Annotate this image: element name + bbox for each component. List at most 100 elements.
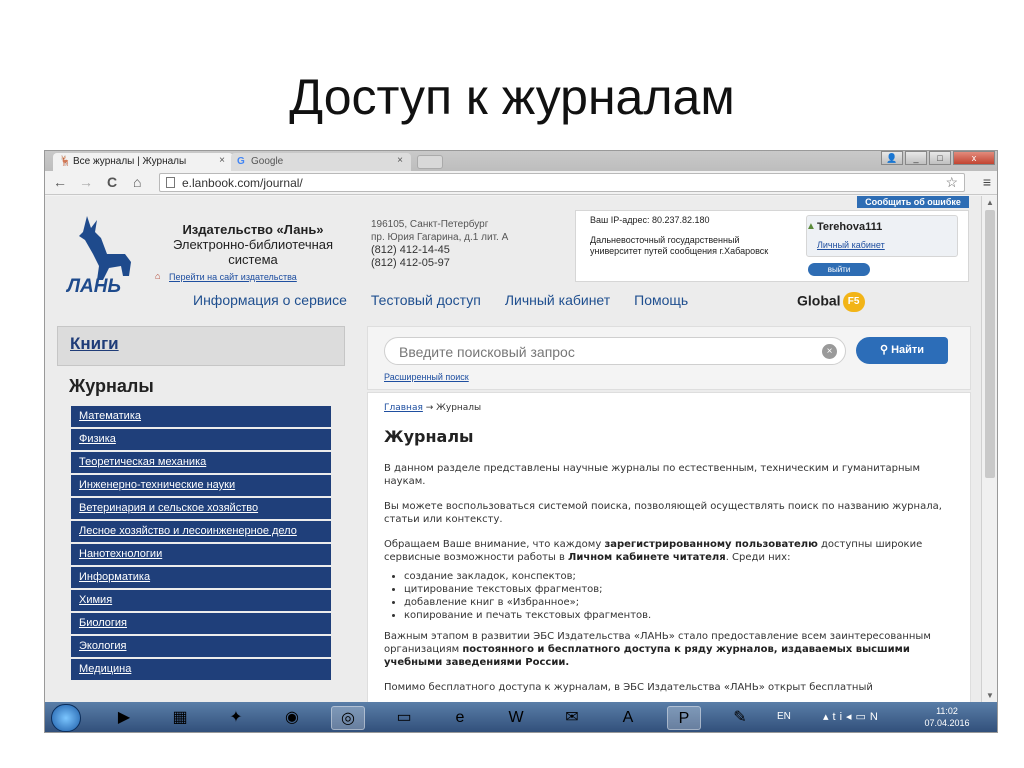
nav-item-help[interactable]: Помощь xyxy=(634,292,688,308)
window-controls: 👤 _ □ x xyxy=(881,151,995,165)
search-button[interactable]: ⚲ Найти xyxy=(856,337,948,364)
tab-journals[interactable]: 🦌 Все журналы | Журналы × xyxy=(53,153,233,171)
sidebar-journals-heading: Журналы xyxy=(57,368,345,404)
search-button-label: Найти xyxy=(891,344,925,356)
media-player-icon[interactable]: ▶ xyxy=(107,706,141,730)
tab-google[interactable]: G Google × xyxy=(231,153,411,171)
paint-icon[interactable]: ✎ xyxy=(723,706,757,730)
category-item[interactable]: Информатика xyxy=(71,567,331,588)
list-item: копирование и печать текстовых фрагменто… xyxy=(404,609,954,622)
search-placeholder: Введите поисковый запрос xyxy=(399,344,575,360)
time: 11:02 xyxy=(936,706,958,716)
start-button[interactable] xyxy=(51,704,81,732)
sidebar: Книги Журналы Математика Физика Теоретич… xyxy=(57,326,345,702)
navigation-bar: ← → C ⌂ e.lanbook.com/journal/ ☆ ≡ xyxy=(45,171,997,195)
user-icon: ▲ xyxy=(806,221,816,232)
clock[interactable]: 11:02 07.04.2016 xyxy=(917,705,977,729)
category-list: Математика Физика Теоретическая механика… xyxy=(71,406,331,682)
intro-paragraph: В данном разделе представлены научные жу… xyxy=(384,463,920,487)
scroll-down-icon[interactable]: ▼ xyxy=(986,691,994,700)
report-error-button[interactable]: Сообщить об ошибке xyxy=(857,196,969,208)
nav-item-test-access[interactable]: Тестовый доступ xyxy=(371,292,481,308)
close-window-button[interactable]: x xyxy=(953,151,995,165)
close-tab-icon[interactable]: × xyxy=(219,155,225,166)
category-item[interactable]: Химия xyxy=(71,590,331,611)
home-icon[interactable]: ⌂ xyxy=(133,174,141,190)
taskbar: ▶ ▦ ✦ ◉ ◎ ▭ e W ✉ A P ✎ EN ▴ti◂▭N 11:02 … xyxy=(45,702,997,732)
internet-explorer-icon[interactable]: e xyxy=(443,706,477,730)
cabinet-link[interactable]: Личный кабинет xyxy=(817,240,885,250)
maximize-button[interactable]: □ xyxy=(929,151,951,165)
nav-item-info[interactable]: Информация о сервисе xyxy=(193,292,347,308)
text-span: . Среди них: xyxy=(725,552,791,563)
chrome-icon[interactable]: ◎ xyxy=(331,706,365,730)
clear-icon[interactable]: × xyxy=(822,344,837,359)
category-item[interactable]: Ветеринария и сельское хозяйство xyxy=(71,498,331,519)
language-indicator[interactable]: EN xyxy=(777,711,791,722)
more-paragraph: Помимо бесплатного доступа к журналам, в… xyxy=(384,682,873,693)
main-content: Главная → Журналы Журналы В данном разде… xyxy=(367,392,971,702)
reload-icon[interactable]: C xyxy=(107,174,117,190)
minimize-button[interactable]: _ xyxy=(905,151,927,165)
new-tab-button[interactable] xyxy=(417,155,443,169)
category-item[interactable]: Экология xyxy=(71,636,331,657)
scroll-thumb[interactable] xyxy=(985,210,995,478)
outlook-icon[interactable]: ✉ xyxy=(555,706,589,730)
category-item[interactable]: Биология xyxy=(71,613,331,634)
list-item: добавление книг в «Избранное»; xyxy=(404,596,954,609)
free-access-paragraph: Важным этапом в развитии ЭБС Издательств… xyxy=(384,630,954,669)
breadcrumb: Главная → Журналы xyxy=(384,403,954,413)
app-icon[interactable]: ✦ xyxy=(219,706,253,730)
features-list: создание закладок, конспектов; цитирован… xyxy=(404,570,954,622)
bold-span: постоянного и бесплатного доступа к ряду… xyxy=(384,644,910,668)
system-tray[interactable]: ▴ti◂▭N xyxy=(823,710,882,723)
browser-screenshot: 🦌 Все журналы | Журналы × G Google × 👤 _… xyxy=(44,150,998,733)
logout-button[interactable]: выйти xyxy=(808,263,870,276)
page-icon xyxy=(166,177,175,188)
forward-icon[interactable]: → xyxy=(79,174,93,190)
category-item[interactable]: Медицина xyxy=(71,659,331,680)
acrobat-icon[interactable]: A xyxy=(611,706,645,730)
publisher-link-label: Перейти на сайт издательства xyxy=(169,272,297,282)
scroll-up-icon[interactable]: ▲ xyxy=(986,198,994,207)
home-icon: ⌂ xyxy=(155,271,161,281)
calculator-icon[interactable]: ▦ xyxy=(163,706,197,730)
publisher-name-block: Издательство «Лань» Электронно-библиотеч… xyxy=(153,222,353,267)
url-text: e.lanbook.com/journal/ xyxy=(182,176,303,190)
back-icon[interactable]: ← xyxy=(53,174,67,190)
category-item[interactable]: Математика xyxy=(71,406,331,427)
advanced-search-link[interactable]: Расширенный поиск xyxy=(384,372,469,382)
list-item: создание закладок, конспектов; xyxy=(404,570,954,583)
nav-item-cabinet[interactable]: Личный кабинет xyxy=(505,292,610,308)
category-item[interactable]: Физика xyxy=(71,429,331,450)
bookmark-star-icon[interactable]: ☆ xyxy=(945,174,958,191)
user-icon[interactable]: 👤 xyxy=(881,151,903,165)
contact-address: 196105, Санкт-Петербург пр. Юрия Гагарин… xyxy=(371,218,508,270)
publisher-subtitle: Электронно-библиотечная система xyxy=(172,237,334,267)
category-item[interactable]: Инженерно-технические науки xyxy=(71,475,331,496)
user-box: ▲ Terehova111 Личный кабинет xyxy=(806,215,958,257)
word-icon[interactable]: W xyxy=(499,706,533,730)
category-item[interactable]: Нанотехнологии xyxy=(71,544,331,565)
phone: (812) 412-05-97 xyxy=(371,257,450,269)
google-favicon-icon: G xyxy=(237,156,245,167)
slide-title: Доступ к журналам xyxy=(289,69,735,125)
firefox-icon[interactable]: ◉ xyxy=(275,706,309,730)
logo-text: ЛАНЬ xyxy=(67,276,121,297)
search-input[interactable]: Введите поисковый запрос × xyxy=(384,337,846,365)
folder-icon[interactable]: ▭ xyxy=(387,706,421,730)
powerpoint-icon[interactable]: P xyxy=(667,706,701,730)
breadcrumb-home[interactable]: Главная xyxy=(384,403,423,413)
text-span: Обращаем Ваше внимание, что каждому xyxy=(384,539,605,550)
category-item[interactable]: Лесное хозяйство и лесоинженерное дело xyxy=(71,521,331,542)
tab-label: Google xyxy=(251,156,284,167)
account-info-box: Ваш IP-адрес: 80.237.82.180 Дальневосточ… xyxy=(575,210,969,282)
menu-icon[interactable]: ≡ xyxy=(983,174,991,190)
category-item[interactable]: Теоретическая механика xyxy=(71,452,331,473)
sidebar-books-link[interactable]: Книги xyxy=(57,326,345,366)
page-scrollbar[interactable]: ▲ ▼ xyxy=(981,196,997,702)
address-bar[interactable]: e.lanbook.com/journal/ ☆ xyxy=(159,173,965,192)
publisher-site-link[interactable]: ⌂ Перейти на сайт издательства xyxy=(155,271,297,282)
close-tab-icon[interactable]: × xyxy=(397,155,403,166)
global-f5-logo[interactable]: Global F5 xyxy=(797,292,865,312)
